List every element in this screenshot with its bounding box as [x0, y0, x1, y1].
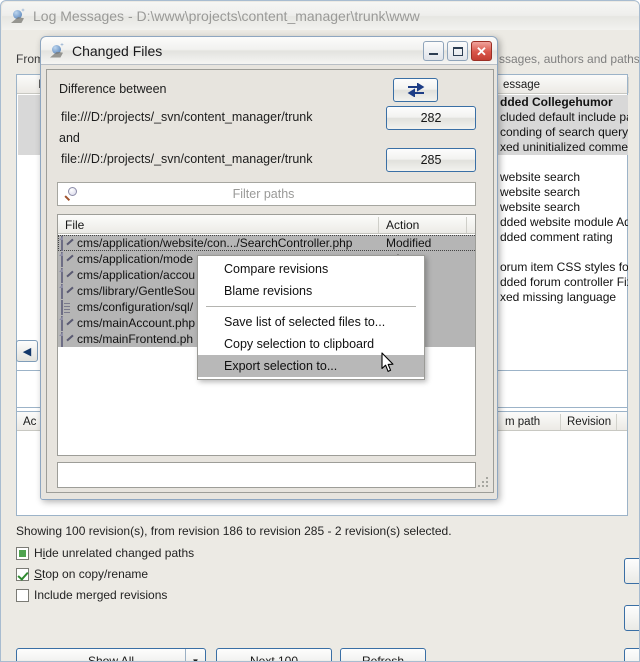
- status-text: Showing 100 revision(s), from revision 1…: [16, 524, 452, 538]
- next-100-button[interactable]: Next 100: [216, 648, 332, 662]
- search-icon: [64, 186, 80, 202]
- tortoisesvn-icon: [49, 42, 65, 59]
- swap-revisions-button[interactable]: [393, 78, 438, 102]
- checkbox-unchecked-icon[interactable]: [16, 588, 29, 602]
- log-row-message: dded forum controller Fixed: [500, 275, 628, 289]
- url-to-label: file:///D:/projects/_svn/content_manager…: [61, 152, 313, 166]
- dialog-title: Changed Files: [72, 42, 163, 59]
- checkbox-tristate-icon[interactable]: [16, 546, 29, 560]
- column-header-file-action[interactable]: Action: [379, 217, 467, 233]
- side-button-3[interactable]: [624, 648, 639, 661]
- modified-file-icon: [61, 268, 74, 283]
- log-row-message: dded website module Adde: [500, 215, 628, 229]
- dialog-titlebar[interactable]: Changed Files ✕: [41, 37, 497, 65]
- filter-paths-placeholder: Filter paths: [232, 187, 295, 201]
- checkbox-stop-on-copy-label: Stop on copy/rename: [34, 567, 149, 581]
- menu-item[interactable]: Export selection to...: [198, 355, 424, 377]
- show-all-dropdown-arrow-icon[interactable]: ▼: [185, 649, 205, 661]
- and-label: and: [59, 131, 80, 145]
- next-100-label: Next 100: [249, 654, 299, 662]
- log-row-message: dded comment rating: [500, 230, 613, 244]
- log-row-message: orum item CSS styles for for: [500, 260, 628, 274]
- dialog-bottom-panel: [57, 462, 476, 488]
- log-row-message: website search: [500, 185, 581, 199]
- checkbox-checked-icon[interactable]: [16, 567, 29, 581]
- table-cell-action: Modified: [386, 236, 432, 250]
- checkbox-stop-on-copy-rename[interactable]: Stop on copy/rename: [16, 567, 148, 581]
- column-header-message[interactable]: essage: [497, 77, 629, 93]
- file-table-header: File Action: [58, 215, 475, 234]
- log-row-message: website search: [500, 170, 581, 184]
- show-all-label: Show All: [87, 654, 135, 662]
- context-menu[interactable]: Compare revisions Blame revisions Save lis…: [197, 255, 425, 380]
- refresh-button[interactable]: Refresh: [340, 648, 426, 662]
- side-button-1[interactable]: [624, 558, 639, 584]
- menu-separator: [206, 306, 416, 307]
- table-cell-file: cms/configuration/sql/: [77, 300, 194, 314]
- log-row-message: cluded default include path: [500, 110, 628, 124]
- checkbox-include-merged-label: Include merged revisions: [34, 588, 168, 602]
- table-cell-file: cms/mainAccount.php: [77, 316, 196, 330]
- modified-file-icon: [61, 236, 74, 251]
- table-cell-file: cms/application/mode: [77, 252, 194, 266]
- maximize-icon[interactable]: [447, 41, 468, 61]
- dialog-window-buttons: ✕: [423, 41, 492, 61]
- refresh-label: Refresh: [361, 654, 405, 662]
- revision-from-button[interactable]: 282: [386, 106, 476, 130]
- revision-to-button[interactable]: 285: [386, 148, 476, 172]
- menu-item[interactable]: Copy selection to clipboard: [198, 333, 424, 355]
- table-cell-file: cms/application/accou: [77, 268, 196, 282]
- tortoisesvn-icon: [10, 8, 26, 24]
- log-row-message: website search: [500, 200, 581, 214]
- modified-file-icon: [61, 252, 74, 267]
- checkbox-include-merged-revisions[interactable]: Include merged revisions: [16, 588, 167, 602]
- messages-authors-paths-hint: ssages, authors and paths: [499, 52, 640, 66]
- column-header-path-revision[interactable]: Revision: [561, 414, 617, 430]
- minimize-icon[interactable]: [423, 41, 444, 61]
- main-window-titlebar[interactable]: Log Messages - D:\www\projects\content_m…: [2, 2, 639, 30]
- menu-item[interactable]: Save list of selected files to...: [198, 311, 424, 333]
- resize-grip-icon[interactable]: [477, 477, 490, 490]
- log-row-message: xed uninitialized comment v: [500, 140, 628, 154]
- checkbox-hide-unrelated-label: Hide unrelated changed paths: [34, 546, 195, 560]
- close-icon[interactable]: ✕: [471, 41, 492, 61]
- text-file-icon: [61, 300, 74, 315]
- log-row-message: conding of search query pl: [500, 125, 628, 139]
- swap-arrows-icon: [407, 83, 424, 97]
- menu-item[interactable]: Compare revisions: [198, 258, 424, 280]
- log-row-message: dded Collegehumor: [500, 95, 613, 109]
- modified-file-icon: [61, 316, 74, 331]
- main-window-title: Log Messages - D:\www\projects\content_m…: [33, 8, 420, 24]
- url-from-label: file:///D:/projects/_svn/content_manager…: [61, 110, 313, 124]
- menu-item[interactable]: Blame revisions: [198, 280, 424, 302]
- table-cell-file: cms/library/GentleSou: [77, 284, 196, 298]
- modified-file-icon: [61, 332, 74, 347]
- table-cell-file: cms/mainFrontend.ph: [77, 332, 194, 346]
- column-header-from-path[interactable]: m path: [499, 414, 561, 430]
- table-row[interactable]: cms/application/website/con.../SearchCon…: [58, 235, 475, 251]
- difference-between-label: Difference between: [59, 82, 167, 96]
- show-all-button[interactable]: Show All ▼: [16, 648, 206, 662]
- filter-paths-input[interactable]: Filter paths: [57, 182, 476, 206]
- side-button-2[interactable]: [624, 605, 639, 631]
- table-cell-file: cms/application/website/con.../SearchCon…: [77, 236, 353, 250]
- column-header-file[interactable]: File: [58, 217, 379, 233]
- modified-file-icon: [61, 284, 74, 299]
- checkbox-hide-unrelated-changed-paths[interactable]: Hide unrelated changed paths: [16, 546, 194, 560]
- log-row-message: xed missing language: [500, 290, 617, 304]
- chevron-left-icon[interactable]: ◀: [16, 340, 38, 362]
